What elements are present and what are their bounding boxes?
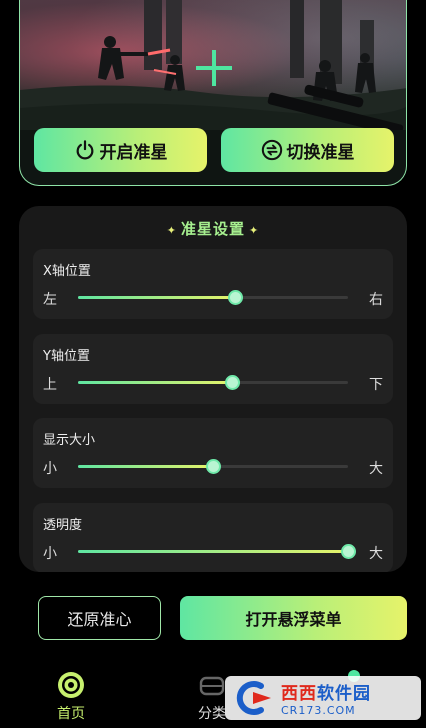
slider-min-label: 上	[43, 377, 57, 393]
slider-max-label: 大	[369, 461, 383, 477]
display-size-slider[interactable]	[78, 459, 348, 474]
opacity-slider[interactable]	[78, 544, 356, 559]
tab-home-label: 首页	[57, 706, 85, 722]
slider-fill	[78, 465, 213, 468]
slider-thumb[interactable]	[206, 459, 221, 474]
slider-max-label: 大	[369, 546, 383, 562]
star-icon: ✦	[166, 224, 177, 237]
display-size-slider-card: 显示大小 小 大	[33, 418, 393, 488]
switch-cycle-icon	[261, 139, 282, 161]
slider-thumb[interactable]	[341, 544, 356, 559]
site-watermark: 西西软件园 CR173.COM	[225, 676, 421, 720]
slider-max-label: 右	[369, 292, 383, 308]
crosshair-preview-card: 开启准星 切换准星	[19, 0, 407, 186]
settings-title-text: 准星设置	[180, 220, 245, 238]
star-icon: ✦	[249, 224, 260, 237]
crosshair-settings-panel: ✦ 准星设置 ✦ X轴位置 左 右 Y轴位置 上 下 显示大小 小 大 透明度 小	[19, 206, 407, 572]
slider-min-label: 左	[43, 292, 57, 308]
slider-min-label: 小	[43, 461, 57, 477]
slider-thumb[interactable]	[227, 290, 243, 305]
open-float-menu-button[interactable]: 打开悬浮菜单	[180, 596, 407, 640]
start-crosshair-label: 开启准星	[99, 142, 168, 163]
slider-fill	[78, 550, 348, 553]
x-position-slider-card: X轴位置 左 右	[33, 249, 393, 319]
reset-crosshair-button[interactable]: 还原准心	[38, 596, 161, 640]
opacity-slider-card: 透明度 小 大	[33, 503, 393, 572]
watermark-url: CR173.COM	[281, 704, 356, 717]
target-icon	[58, 672, 84, 698]
switch-crosshair-button[interactable]: 切换准星	[221, 128, 394, 172]
crosshair-plus-icon	[196, 50, 232, 86]
start-crosshair-button[interactable]: 开启准星	[34, 128, 207, 172]
slider-label: X轴位置	[43, 264, 91, 279]
watermark-logo	[236, 681, 271, 715]
category-icon	[199, 676, 225, 696]
power-icon	[76, 140, 93, 160]
switch-crosshair-label: 切换准星	[286, 142, 355, 163]
x-position-slider[interactable]	[78, 290, 348, 305]
settings-title: ✦ 准星设置 ✦	[19, 218, 407, 239]
tab-home[interactable]: 首页	[41, 670, 101, 723]
watermark-name: 西西	[281, 684, 317, 704]
slider-label: 显示大小	[43, 433, 96, 448]
y-position-slider[interactable]	[78, 375, 348, 390]
slider-fill	[78, 296, 235, 299]
slider-thumb[interactable]	[224, 375, 240, 390]
slider-fill	[78, 381, 232, 384]
y-position-slider-card: Y轴位置 上 下	[33, 334, 393, 404]
watermark-name-suffix: 软件园	[317, 684, 371, 704]
slider-max-label: 下	[369, 377, 383, 393]
slider-min-label: 小	[43, 546, 57, 562]
slider-label: Y轴位置	[43, 349, 90, 364]
slider-label: 透明度	[43, 518, 83, 533]
